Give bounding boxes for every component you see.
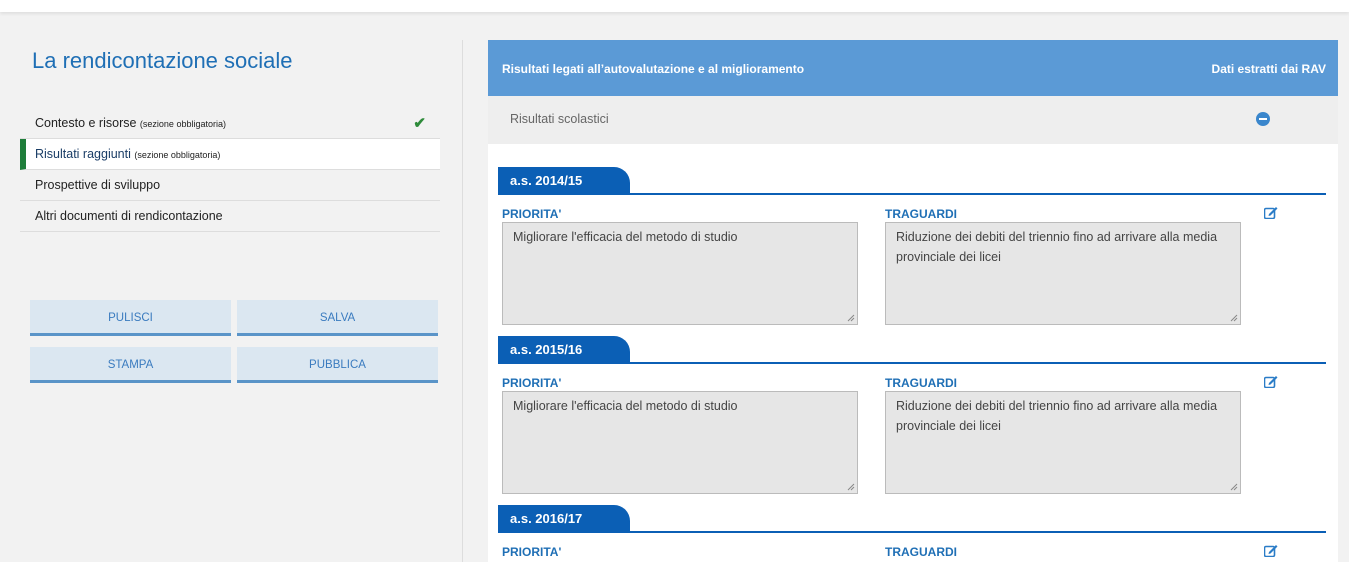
priorita-text: Migliorare l'efficacia del metodo di stu… bbox=[513, 399, 738, 413]
salva-button[interactable]: SALVA bbox=[237, 300, 438, 336]
traguardi-textarea[interactable]: Riduzione dei debiti del triennio fino a… bbox=[885, 391, 1241, 494]
priorita-label: PRIORITA' bbox=[502, 376, 562, 390]
edit-icon[interactable] bbox=[1264, 544, 1278, 557]
sidebar-item-prospettive[interactable]: Prospettive di sviluppo bbox=[20, 170, 440, 201]
edit-icon[interactable] bbox=[1264, 375, 1278, 388]
main-panel: Risultati legati all’autovalutazione e a… bbox=[488, 40, 1338, 562]
resize-grip-icon[interactable] bbox=[847, 314, 855, 322]
collapse-icon[interactable] bbox=[1256, 112, 1270, 126]
priorita-text: Migliorare l'efficacia del metodo di stu… bbox=[513, 230, 738, 244]
pulisci-button[interactable]: PULISCI bbox=[30, 300, 231, 336]
sidebar-item-note: (sezione obbligatoria) bbox=[134, 150, 221, 160]
traguardi-label: TRAGUARDI bbox=[885, 376, 957, 390]
traguardi-textarea[interactable]: Riduzione dei debiti del triennio fino a… bbox=[885, 222, 1241, 325]
sidebar-item-contesto[interactable]: Contesto e risorse (sezione obbligatoria… bbox=[20, 108, 440, 139]
sidebar-menu: Contesto e risorse (sezione obbligatoria… bbox=[20, 108, 440, 232]
sidebar-title: La rendicontazione sociale bbox=[32, 48, 293, 73]
year-tab: a.s. 2014/15 bbox=[498, 167, 630, 195]
year-divider bbox=[498, 531, 1326, 533]
sidebar-item-altri-documenti[interactable]: Altri documenti di rendicontazione bbox=[20, 201, 440, 232]
traguardi-label: TRAGUARDI bbox=[885, 545, 957, 559]
year-tab: a.s. 2016/17 bbox=[498, 505, 630, 533]
edit-icon[interactable] bbox=[1264, 206, 1278, 219]
traguardi-label: TRAGUARDI bbox=[885, 207, 957, 221]
section-title: Risultati scolastici bbox=[510, 112, 609, 126]
priorita-label: PRIORITA' bbox=[502, 207, 562, 221]
year-divider bbox=[498, 362, 1326, 364]
priorita-label: PRIORITA' bbox=[502, 545, 562, 559]
resize-grip-icon[interactable] bbox=[847, 483, 855, 491]
vertical-divider bbox=[462, 40, 463, 562]
sidebar-item-note: (sezione obbligatoria) bbox=[139, 119, 226, 129]
priorita-textarea[interactable]: Migliorare l'efficacia del metodo di stu… bbox=[502, 222, 858, 325]
pubblica-button[interactable]: PUBBLICA bbox=[237, 347, 438, 383]
priorita-textarea[interactable]: Migliorare l'efficacia del metodo di stu… bbox=[502, 391, 858, 494]
rav-data-label: Dati estratti dai RAV bbox=[1211, 62, 1326, 76]
stampa-button[interactable]: STAMPA bbox=[30, 347, 231, 383]
sidebar-item-label: Prospettive di sviluppo bbox=[35, 178, 161, 192]
results-header: Risultati legati all’autovalutazione e a… bbox=[488, 40, 1338, 96]
resize-grip-icon[interactable] bbox=[1230, 483, 1238, 491]
top-bar bbox=[0, 0, 1349, 12]
year-divider bbox=[498, 193, 1326, 195]
results-header-title: Risultati legati all’autovalutazione e a… bbox=[502, 62, 805, 76]
traguardi-text: Riduzione dei debiti del triennio fino a… bbox=[896, 230, 1218, 264]
resize-grip-icon[interactable] bbox=[1230, 314, 1238, 322]
sidebar-item-label: Contesto e risorse bbox=[35, 116, 137, 130]
sidebar-item-label: Risultati raggiunti bbox=[35, 147, 131, 161]
traguardi-text: Riduzione dei debiti del triennio fino a… bbox=[896, 399, 1218, 433]
sidebar-item-label: Altri documenti di rendicontazione bbox=[35, 209, 223, 223]
sidebar-item-risultati[interactable]: Risultati raggiunti (sezione obbligatori… bbox=[20, 139, 440, 170]
section-header[interactable]: Risultati scolastici bbox=[488, 96, 1338, 144]
check-icon: ✔ bbox=[413, 115, 426, 132]
year-tab: a.s. 2015/16 bbox=[498, 336, 630, 364]
